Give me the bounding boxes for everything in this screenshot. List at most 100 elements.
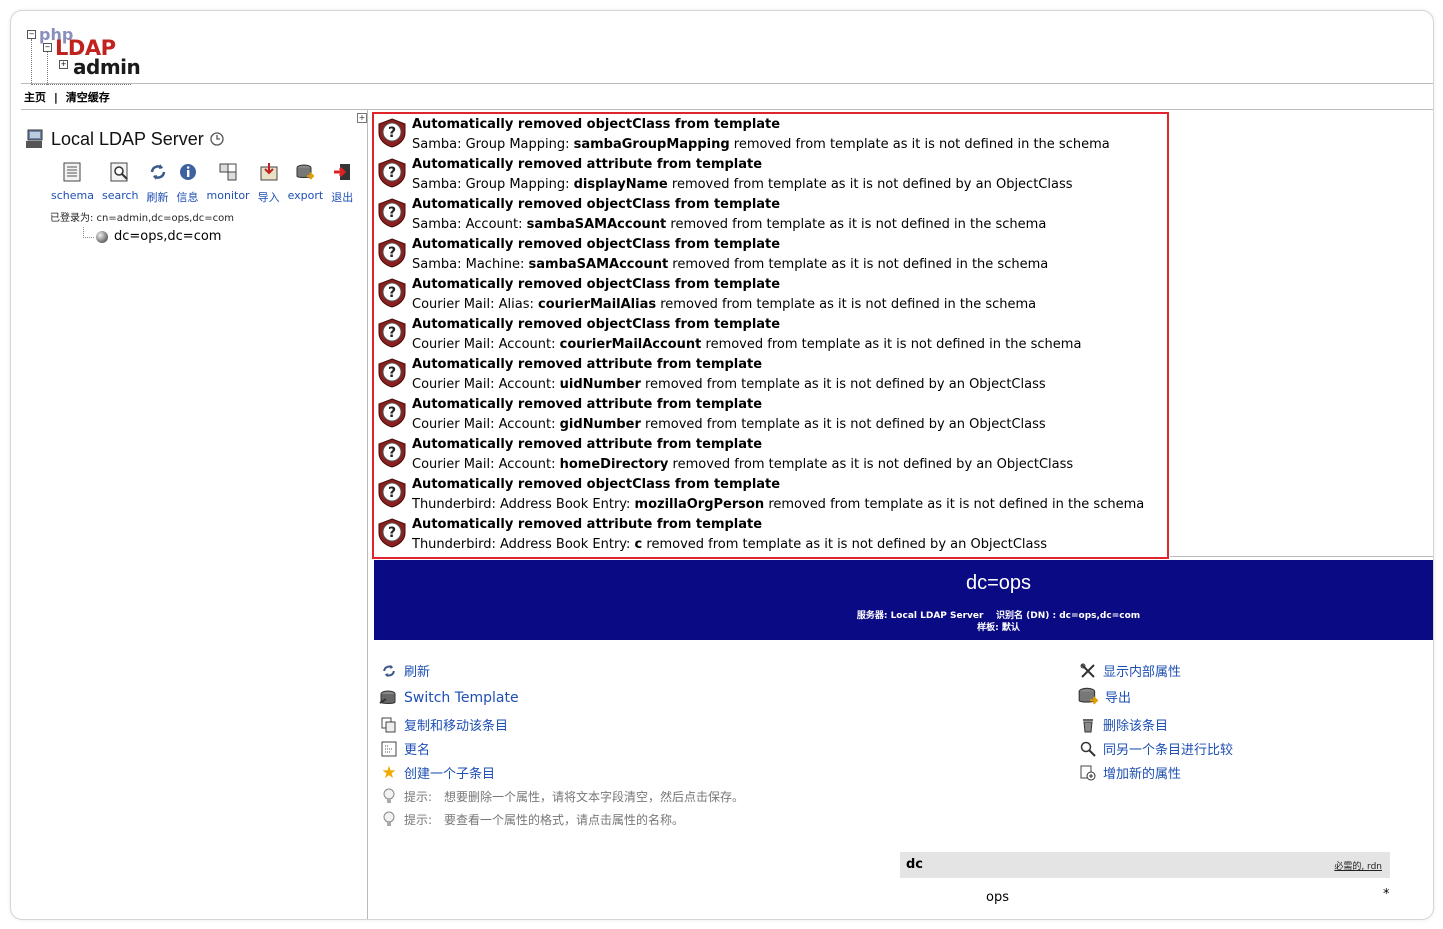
svg-text:?: ? <box>388 205 396 221</box>
export-icon <box>1078 687 1099 705</box>
schema-button[interactable]: schema <box>51 161 94 205</box>
home-link[interactable]: 主页 <box>24 91 46 104</box>
warning-message: ? Automatically removed objectClass from … <box>374 115 1167 155</box>
entry-dn: dc=ops <box>965 572 1032 594</box>
compare-entry-link[interactable]: 同另一个条目进行比较 <box>1079 739 1233 758</box>
warning-message: ? Automatically removed objectClass from … <box>374 195 1167 235</box>
logo-admin: admin <box>73 55 141 79</box>
create-child-link[interactable]: ★ 创建一个子条目 <box>380 762 495 783</box>
lightbulb-icon <box>383 788 395 803</box>
hint-delete-attribute: 提示: 想要删除一个属性，请将文本字段清空，然后点击保存。 <box>380 787 744 805</box>
warning-title: Automatically removed attribute from tem… <box>412 357 763 372</box>
monitor-button[interactable]: monitor <box>207 161 250 205</box>
warning-message: ? Automatically removed attribute from te… <box>374 155 1167 195</box>
entry-info: 服务器: Local LDAP Server 识别名 (DN) : dc=ops… <box>856 611 1141 633</box>
warning-message: ? Automatically removed objectClass from … <box>374 475 1167 515</box>
export-button[interactable]: export <box>288 161 323 205</box>
question-icon: ? <box>378 238 406 268</box>
template-warnings: ? Automatically removed objectClass from … <box>372 112 1169 559</box>
tree-item-label[interactable]: dc=ops,dc=com <box>114 229 221 244</box>
removed-item-name: homeDirectory <box>559 457 669 472</box>
question-icon: ? <box>378 398 406 428</box>
svg-text:?: ? <box>388 125 396 141</box>
add-attribute-link[interactable]: 增加新的属性 <box>1079 763 1181 782</box>
removed-item-name: sambaSAMAccount <box>526 217 667 232</box>
warning-title: Automatically removed objectClass from t… <box>412 237 781 252</box>
svg-text:?: ? <box>388 245 396 261</box>
removed-item-name: displayName <box>573 177 668 192</box>
svg-text:?: ? <box>388 365 396 381</box>
delete-entry-link[interactable]: 删除该条目 <box>1079 715 1168 734</box>
attribute-flags: 必需的, rdn <box>1334 862 1382 872</box>
tree-minus-icon: − <box>27 30 36 39</box>
question-icon: ? <box>378 158 406 188</box>
removed-item-name: courierMailAlias <box>538 297 657 312</box>
warning-detail: Courier Mail: Alias: courierMailAlias re… <box>412 297 1037 312</box>
purge-cache-link[interactable]: 清空缓存 <box>66 91 110 104</box>
question-icon: ? <box>378 318 406 348</box>
collapse-panel-icon[interactable]: + <box>357 113 367 123</box>
removed-item-name: courierMailAccount <box>559 337 702 352</box>
phpldapadmin-logo: − php − LDAP + admin <box>25 25 145 87</box>
svg-text:?: ? <box>388 525 396 541</box>
info-button[interactable]: 信息 <box>177 161 199 205</box>
warning-title: Automatically removed objectClass from t… <box>412 277 781 292</box>
attribute-value[interactable]: ops <box>986 890 1009 905</box>
warning-detail: Courier Mail: Account: homeDirectory rem… <box>412 457 1074 472</box>
question-icon: ? <box>378 478 406 508</box>
rename-link[interactable]: 更名 <box>380 739 430 758</box>
header-divider <box>21 83 1433 84</box>
question-icon: ? <box>378 358 406 388</box>
info-icon <box>179 164 196 180</box>
server-title: Local LDAP Server <box>25 128 224 150</box>
add-attribute-icon <box>1080 765 1096 780</box>
switch-template-link[interactable]: Switch Template <box>378 688 519 708</box>
import-icon <box>260 163 278 181</box>
warning-detail: Courier Mail: Account: gidNumber removed… <box>412 417 1046 432</box>
search-button[interactable]: search <box>102 161 139 205</box>
svg-text:?: ? <box>388 485 396 501</box>
warning-message: ? Automatically removed attribute from te… <box>374 515 1167 555</box>
warning-title: Automatically removed objectClass from t… <box>412 477 781 492</box>
warning-title: Automatically removed objectClass from t… <box>412 317 781 332</box>
question-icon: ? <box>378 198 406 228</box>
breadcrumb: 主页 | 清空缓存 <box>24 89 110 105</box>
warning-title: Automatically removed objectClass from t… <box>412 117 781 132</box>
svg-text:?: ? <box>388 445 396 461</box>
removed-item-name: gidNumber <box>559 417 641 432</box>
breadcrumb-separator: | <box>53 91 58 104</box>
warning-title: Automatically removed attribute from tem… <box>412 157 763 172</box>
warning-title: Automatically removed objectClass from t… <box>412 197 781 212</box>
monitor-icon <box>219 163 237 181</box>
question-icon: ? <box>378 278 406 308</box>
show-internal-attributes-link[interactable]: 显示内部属性 <box>1079 661 1181 680</box>
server-toolbar: schema search 刷新 信息 monitor 导入 export 退出 <box>51 161 361 205</box>
required-mark: * <box>1383 887 1390 902</box>
warning-title: Automatically removed attribute from tem… <box>412 517 763 532</box>
warning-title: Automatically removed attribute from tem… <box>412 397 763 412</box>
warning-message: ? Automatically removed attribute from te… <box>374 435 1167 475</box>
export-entry-link[interactable]: 导出 <box>1077 685 1131 707</box>
refresh-icon <box>383 664 395 677</box>
import-button[interactable]: 导入 <box>258 161 280 205</box>
copy-move-link[interactable]: 复制和移动该条目 <box>380 715 508 734</box>
server-icon <box>26 129 43 148</box>
removed-item-name: sambaSAMAccount <box>528 257 669 272</box>
warning-detail: Courier Mail: Account: courierMailAccoun… <box>412 337 1082 352</box>
tools-icon <box>1080 663 1095 678</box>
lightbulb-icon <box>383 811 395 826</box>
tree-item[interactable]: dc=ops,dc=com <box>83 227 221 244</box>
star-icon: ★ <box>381 762 397 783</box>
removed-item-name: sambaGroupMapping <box>573 137 730 152</box>
search-icon <box>110 162 128 182</box>
refresh-entry-link[interactable]: 刷新 <box>380 661 430 680</box>
warning-message: ? Automatically removed attribute from te… <box>374 395 1167 435</box>
warning-title: Automatically removed attribute from tem… <box>412 437 763 452</box>
refresh-button[interactable]: 刷新 <box>147 161 169 205</box>
server-name[interactable]: Local LDAP Server <box>51 129 204 150</box>
logout-button[interactable]: 退出 <box>331 161 353 205</box>
removed-item-name: uidNumber <box>559 377 641 392</box>
warning-detail: Thunderbird: Address Book Entry: mozilla… <box>412 497 1145 512</box>
attribute-name[interactable]: dc <box>906 857 923 872</box>
warning-detail: Courier Mail: Account: uidNumber removed… <box>412 377 1046 392</box>
